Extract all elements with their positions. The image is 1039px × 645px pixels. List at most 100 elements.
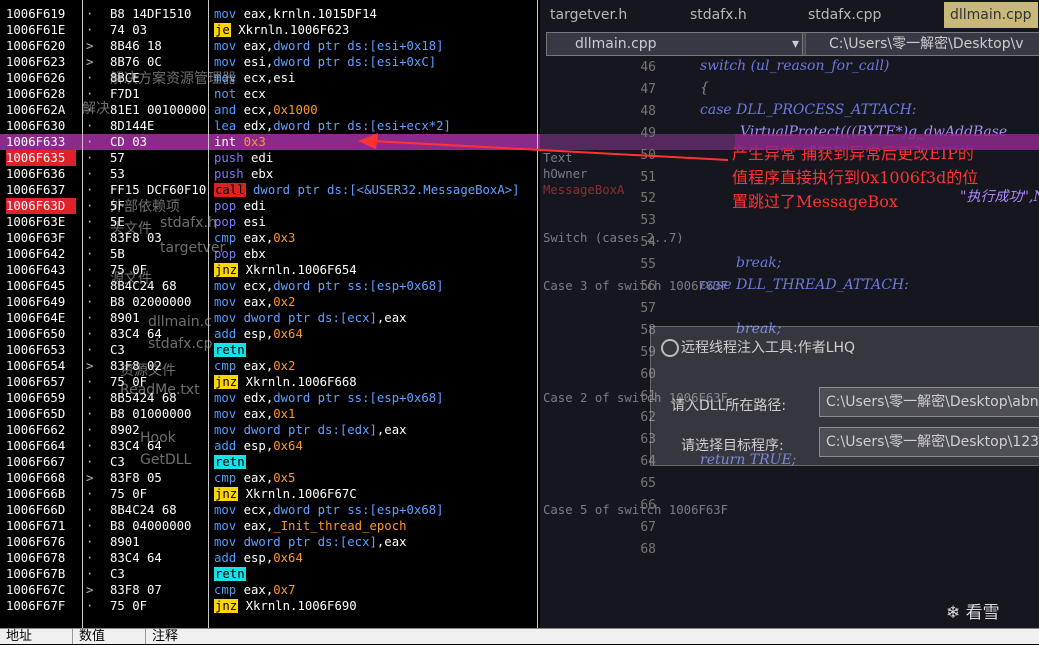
row-bytes: 75 0F <box>110 487 148 501</box>
instruction-token: add <box>214 439 244 453</box>
editor-tab[interactable]: dllmain.cpp <box>944 2 1038 28</box>
value-column-header[interactable]: 数值 <box>73 629 146 644</box>
instruction-token: ,eax <box>376 423 407 437</box>
jump-marker: · <box>86 71 94 85</box>
disasm-row[interactable]: 1006F662 · 8902 mov dword ptr ds:[edx],eax <box>0 422 537 438</box>
instruction-token: Xkrnln.1006F668 <box>238 375 357 389</box>
row-bytes: F7D1 <box>110 87 140 101</box>
path-combo[interactable]: C:\Users\零一解密\Desktop\v <box>802 32 1039 56</box>
disasm-row[interactable]: 1006F66D · 8B4C24 68 mov ecx,dword ptr ss:[… <box>0 502 537 518</box>
instruction-token: jnz <box>214 487 239 501</box>
disasm-row[interactable]: 1006F642 · 5B pop ebx <box>0 246 537 262</box>
disasm-row[interactable]: 1006F62A · 81E1 00100000 and ecx,0x1000 <box>0 102 537 118</box>
row-bytes: 83F8 05 <box>110 471 162 485</box>
row-address: 1006F630 <box>6 119 66 133</box>
disasm-row[interactable]: 1006F654 >83F8 02 cmp eax,0x2 <box>0 358 537 374</box>
disasm-row[interactable]: 1006F67C >83F8 07 cmp eax,0x7 <box>0 582 537 598</box>
row-instruction: pop ebx <box>214 246 534 262</box>
row-bytes: 74 03 <box>110 23 148 37</box>
row-address: 1006F62A <box>6 103 66 117</box>
comment-column-header[interactable]: 注释 <box>146 629 312 644</box>
disasm-row[interactable]: 1006F620 >8B46 18 mov eax,dword ptr ds:[es… <box>0 38 537 54</box>
disasm-row[interactable]: 1006F626 · 8BCE mov ecx,esi <box>0 70 537 86</box>
jump-marker: · <box>86 343 94 357</box>
editor-tab[interactable]: stdafx.cpp <box>808 2 881 28</box>
disasm-row[interactable]: 1006F668 >83F8 05 cmp eax,0x5 <box>0 470 537 486</box>
disasm-row[interactable]: 1006F65D · B8 01000000 mov eax,0x1 <box>0 406 537 422</box>
explorer-ghost-item: 源文件 <box>110 271 152 287</box>
disasm-row[interactable]: 1006F650 · 83C4 64 add esp,0x64 <box>0 326 537 342</box>
disasm-row[interactable]: 1006F63F · 83F8 03 cmp eax,0x3 <box>0 230 537 246</box>
row-instruction: add esp,0x64 <box>214 550 534 566</box>
disasm-row[interactable]: 1006F63E · 5E pop esi <box>0 214 537 230</box>
disasm-row[interactable]: 1006F649 · B8 02000000 mov eax,0x2 <box>0 294 537 310</box>
row-bytes: 83C4 64 <box>110 551 162 565</box>
app-icon <box>661 339 679 357</box>
jump-marker: · <box>86 295 94 309</box>
disasm-row[interactable]: 1006F678 · 83C4 64 add esp,0x64 <box>0 550 537 566</box>
disasm-row[interactable]: 1006F628 · F7D1 not ecx <box>0 86 537 102</box>
disasm-row[interactable]: 1006F676 · 8901 mov dword ptr ds:[ecx],eax <box>0 534 537 550</box>
row-bytes: B8 02000000 <box>110 295 192 309</box>
jump-marker: > <box>86 583 94 597</box>
disasm-row[interactable]: 1006F667 · C3 retn <box>0 454 537 470</box>
instruction-token: 0x5 <box>273 471 296 485</box>
row-instruction: mov eax,dword ptr ds:[esi+0x18] <box>214 38 534 54</box>
instruction-token: edx, <box>243 119 274 133</box>
jump-marker: · <box>86 391 94 405</box>
jump-marker: · <box>86 263 94 277</box>
disasm-row[interactable]: 1006F633 · CD 03 int 0x3 <box>0 134 537 150</box>
jump-marker: · <box>86 199 94 213</box>
jump-marker: · <box>86 487 94 501</box>
disasm-row[interactable]: 1006F636 · 53 push ebx <box>0 166 537 182</box>
instruction-token: mov <box>214 503 244 517</box>
addr-column-header[interactable]: 地址 <box>0 629 73 644</box>
row-instruction: jnz Xkrnln.1006F654 <box>214 262 534 278</box>
disasm-row[interactable]: 1006F630 · 8D144E lea edx,dword ptr ds:[esi… <box>0 118 537 134</box>
explorer-ghost-item: targetver <box>160 240 226 256</box>
disasm-row[interactable]: 1006F63D · 5F pop edi <box>0 198 537 214</box>
row-instruction: pop esi <box>214 214 534 230</box>
disasm-row[interactable]: 1006F66B · 75 0F jnz Xkrnln.1006F67C <box>0 486 537 502</box>
instruction-token: lea <box>214 119 244 133</box>
dll-path-field[interactable]: C:\Users\零一解密\Desktop\abnc <box>819 387 1039 417</box>
disasm-row[interactable]: 1006F659 · 8B5424 68 mov edx,dword ptr ss:[… <box>0 390 537 406</box>
explorer-ghost-item: 外部依赖项 <box>110 199 180 215</box>
instruction-token: dword ptr ds:[esi+0xC] <box>273 55 437 69</box>
row-instruction: int 0x3 <box>214 134 534 150</box>
row-instruction: push edi <box>214 150 534 166</box>
target-path-field[interactable]: C:\Users\零一解密\Desktop\123. <box>819 427 1039 457</box>
jump-marker: · <box>86 23 94 37</box>
disasm-row[interactable]: 1006F67F · 75 0F jnz Xkrnln.1006F690 <box>0 598 537 614</box>
row-address: 1006F61E <box>6 23 66 37</box>
disasm-row[interactable]: 1006F671 · B8 04000000 mov eax,_Init_thread… <box>0 518 537 534</box>
disasm-row[interactable]: 1006F645 · 8B4C24 68 mov ecx,dword ptr ss:[… <box>0 278 537 294</box>
disasm-row[interactable]: 1006F637 · FF15 DCF60F10 call dword ptr ds:… <box>0 182 537 198</box>
row-address: 1006F650 <box>6 327 66 341</box>
file-combo[interactable]: dllmain.cpp ▾ <box>546 32 806 56</box>
disassembly-pane[interactable]: 1006F619 · B8 14DF1510 mov eax,krnln.1015DF… <box>0 0 537 628</box>
disasm-row[interactable]: 1006F643 · 75 0F jnz Xkrnln.1006F654 <box>0 262 537 278</box>
disasm-row[interactable]: 1006F619 · B8 14DF1510 mov eax,krnln.1015DF… <box>0 6 537 22</box>
editor-tab[interactable]: stdafx.h <box>690 2 747 28</box>
instruction-token: mov <box>214 55 244 69</box>
disasm-row[interactable]: 1006F657 · 75 0F jnz Xkrnln.1006F668 <box>0 374 537 390</box>
disasm-row[interactable]: 1006F635 · 57 push edi <box>0 150 537 166</box>
instruction-token: eax,krnln.1015DF14 <box>243 7 377 21</box>
disasm-row[interactable]: 1006F664 · 83C4 64 add esp,0x64 <box>0 438 537 454</box>
jump-marker: · <box>86 167 94 181</box>
disasm-row[interactable]: 1006F61E · 74 03 je Xkrnln.1006F623 <box>0 22 537 38</box>
jump-marker: · <box>86 455 94 469</box>
disasm-row[interactable]: 1006F653 · C3 retn <box>0 342 537 358</box>
instruction-token: cmp <box>214 359 244 373</box>
disasm-row[interactable]: 1006F623 >8B76 0C mov esi,dword ptr ds:[es… <box>0 54 537 70</box>
watermark: ❄ 看雪 <box>946 598 1000 623</box>
disasm-row[interactable]: 1006F64E · 8901 mov dword ptr ds:[ecx],eax <box>0 310 537 326</box>
row-address: 1006F657 <box>6 375 66 389</box>
row-instruction: mov eax,0x2 <box>214 294 534 310</box>
jump-marker: · <box>86 519 94 533</box>
row-address: 1006F667 <box>6 455 66 469</box>
editor-tab[interactable]: targetver.h <box>550 2 627 28</box>
disasm-row[interactable]: 1006F67B · C3 retn <box>0 566 537 582</box>
line-number: 57 <box>640 300 656 316</box>
